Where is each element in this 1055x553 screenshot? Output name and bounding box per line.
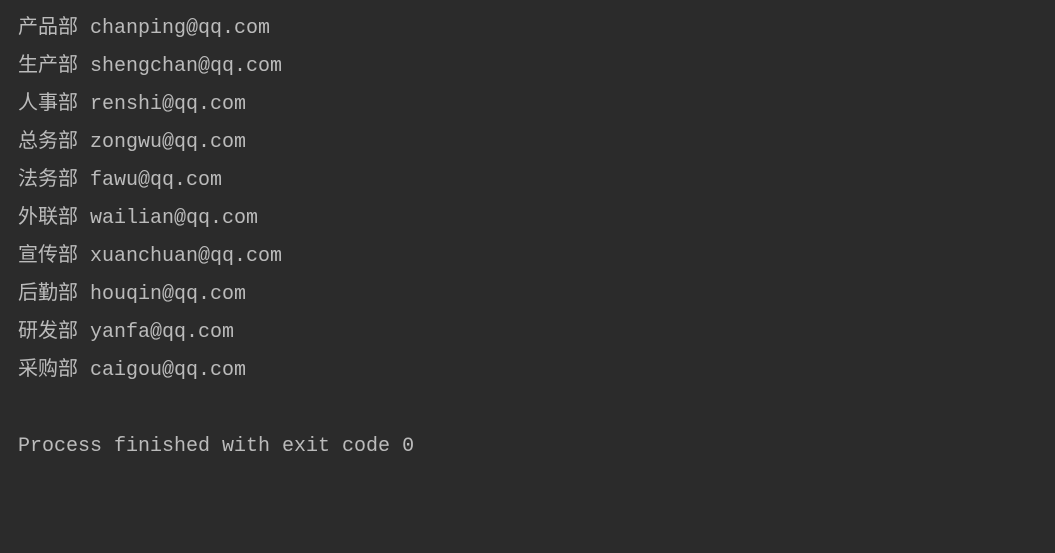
dept-label: 总务部	[18, 131, 78, 154]
output-line: 采购部 caigou@qq.com	[18, 352, 1037, 390]
process-status: Process finished with exit code 0	[18, 428, 1037, 466]
dept-label: 采购部	[18, 359, 78, 382]
dept-label: 外联部	[18, 207, 78, 230]
output-line: 总务部 zongwu@qq.com	[18, 124, 1037, 162]
output-line: 研发部 yanfa@qq.com	[18, 314, 1037, 352]
dept-label: 宣传部	[18, 245, 78, 268]
output-line: 法务部 fawu@qq.com	[18, 162, 1037, 200]
dept-label: 后勤部	[18, 283, 78, 306]
email-value: xuanchuan@qq.com	[90, 245, 282, 268]
output-line: 人事部 renshi@qq.com	[18, 86, 1037, 124]
output-line: 生产部 shengchan@qq.com	[18, 48, 1037, 86]
email-value: yanfa@qq.com	[90, 321, 234, 344]
output-line: 外联部 wailian@qq.com	[18, 200, 1037, 238]
email-value: fawu@qq.com	[90, 169, 222, 192]
email-value: wailian@qq.com	[90, 207, 258, 230]
blank-line	[18, 390, 1037, 428]
email-value: renshi@qq.com	[90, 93, 246, 116]
email-value: zongwu@qq.com	[90, 131, 246, 154]
email-value: caigou@qq.com	[90, 359, 246, 382]
dept-label: 产品部	[18, 17, 78, 40]
console-output: 产品部 chanping@qq.com 生产部 shengchan@qq.com…	[18, 10, 1037, 466]
email-value: chanping@qq.com	[90, 17, 270, 40]
output-line: 宣传部 xuanchuan@qq.com	[18, 238, 1037, 276]
dept-label: 人事部	[18, 93, 78, 116]
email-value: shengchan@qq.com	[90, 55, 282, 78]
email-value: houqin@qq.com	[90, 283, 246, 306]
output-line: 后勤部 houqin@qq.com	[18, 276, 1037, 314]
output-line: 产品部 chanping@qq.com	[18, 10, 1037, 48]
dept-label: 生产部	[18, 55, 78, 78]
dept-label: 法务部	[18, 169, 78, 192]
dept-label: 研发部	[18, 321, 78, 344]
